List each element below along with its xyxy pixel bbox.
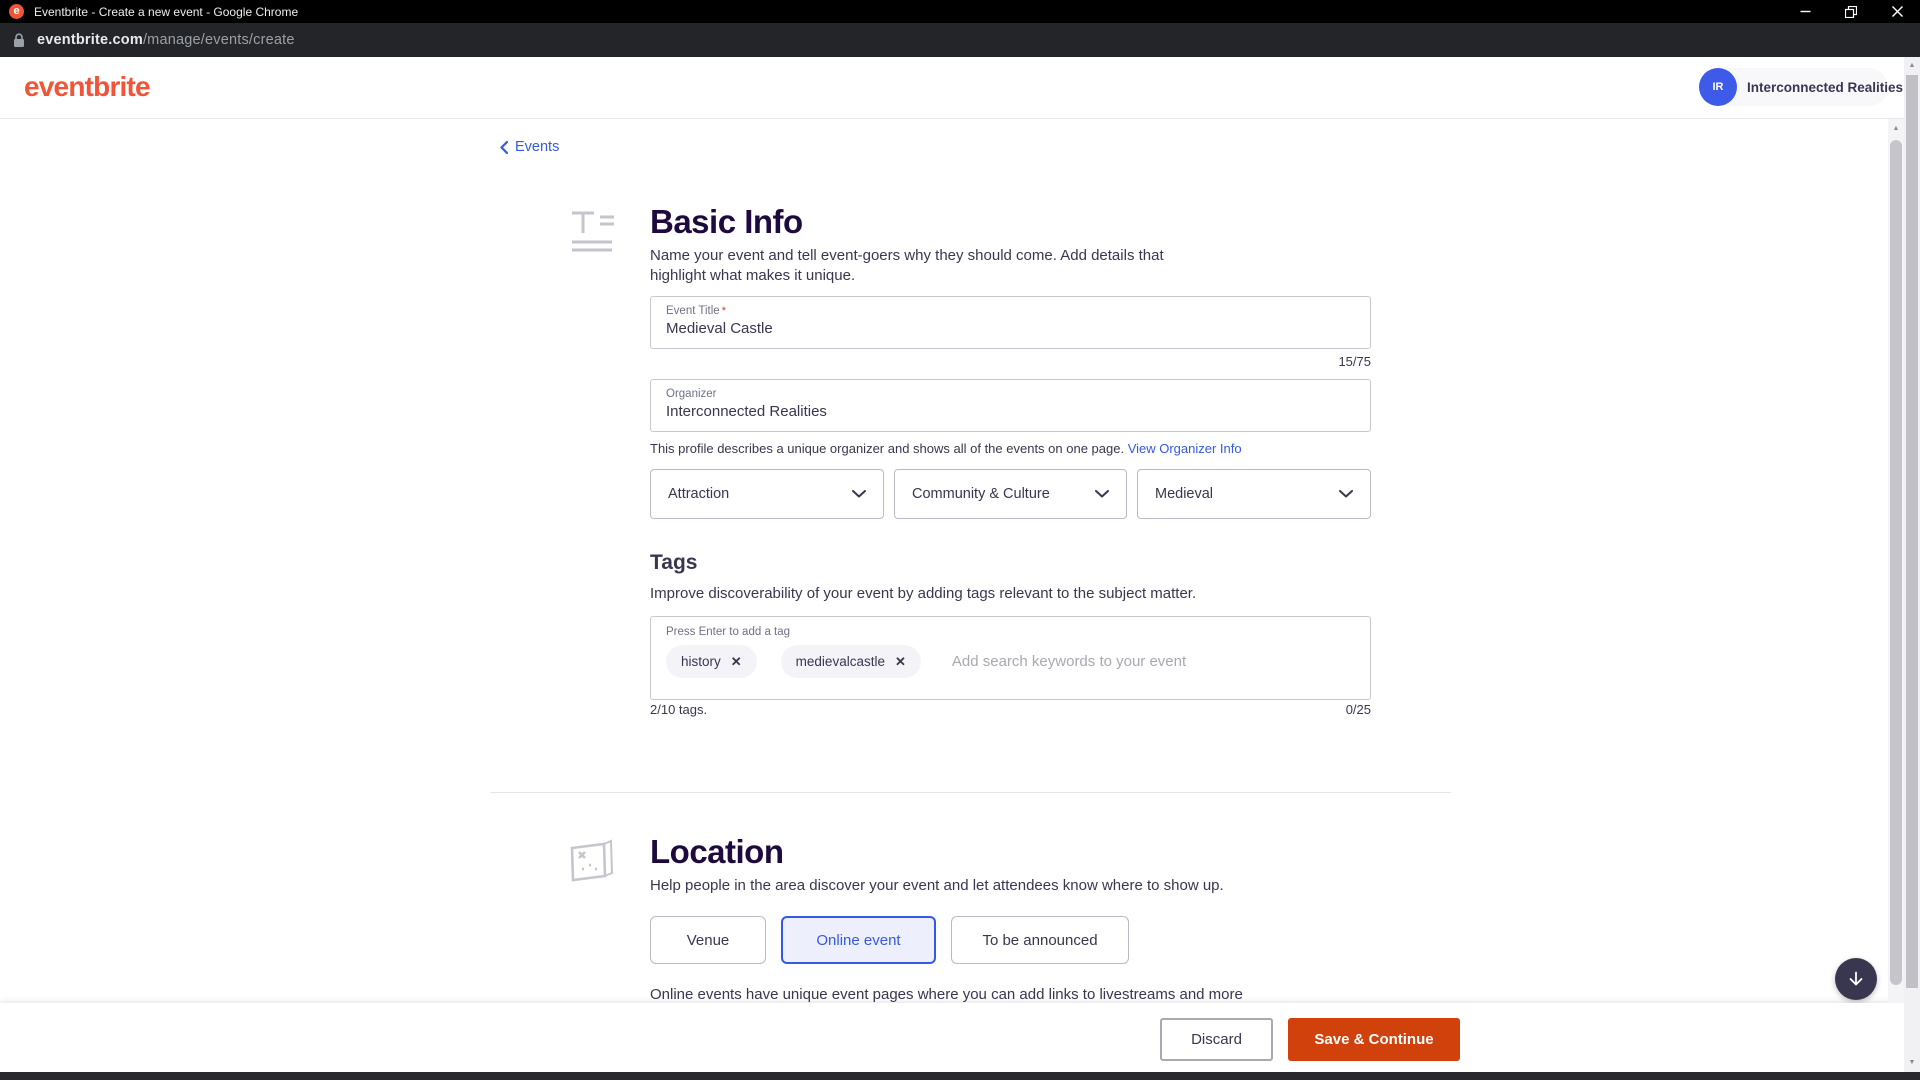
browser-urlbar[interactable]: eventbrite.com/manage/events/create: [0, 23, 1920, 57]
tag-pill: history ✕: [666, 645, 757, 678]
scroll-up-icon[interactable]: ▲: [1904, 62, 1920, 69]
tags-input-label: Press Enter to add a tag: [666, 626, 1355, 638]
discard-button[interactable]: Discard: [1160, 1018, 1273, 1061]
text-section-icon: [568, 208, 616, 259]
arrow-down-icon: [1847, 970, 1865, 988]
window-title: Eventbrite - Create a new event - Google…: [34, 5, 298, 19]
required-asterisk: *: [722, 305, 726, 317]
url-path: /manage/events/create: [143, 32, 295, 48]
save-continue-button[interactable]: Save & Continue: [1288, 1018, 1460, 1061]
online-event-button[interactable]: Online event: [781, 916, 936, 964]
account-menu[interactable]: IR Interconnected Realities: [1699, 68, 1888, 106]
type-dropdown[interactable]: Attraction: [650, 469, 884, 519]
view-organizer-info-link[interactable]: View Organizer Info: [1128, 441, 1242, 456]
scroll-down-icon[interactable]: ▼: [1904, 1059, 1920, 1066]
to-be-announced-button[interactable]: To be announced: [951, 916, 1129, 964]
minimize-icon: [1800, 6, 1811, 17]
subcategory-dropdown[interactable]: Medieval: [1137, 469, 1371, 519]
event-title-value: Medieval Castle: [666, 320, 1355, 337]
browser-scrollbar-thumb[interactable]: [1906, 75, 1918, 988]
venue-button[interactable]: Venue: [650, 916, 766, 964]
avatar: IR: [1699, 68, 1737, 106]
url-domain: eventbrite.com: [37, 32, 143, 48]
page-scrollbar-thumb[interactable]: [1890, 140, 1902, 985]
window-controls: [1782, 0, 1920, 23]
lock-icon: [13, 33, 25, 48]
restore-icon: [1845, 6, 1857, 18]
scroll-up-icon[interactable]: ▲: [1888, 125, 1904, 132]
footer-bar: Discard Save & Continue: [0, 1003, 1904, 1072]
back-link-label: Events: [515, 139, 559, 155]
tag-label: medievalcastle: [796, 654, 885, 669]
tags-heading: Tags: [650, 551, 697, 575]
browser-scrollbar[interactable]: ▲ ▼: [1904, 57, 1920, 1072]
remove-tag-icon[interactable]: ✕: [731, 655, 742, 668]
url-text: eventbrite.com/manage/events/create: [37, 32, 295, 48]
back-to-events-link[interactable]: Events: [500, 139, 559, 155]
tags-count: 2/10 tags.: [650, 702, 707, 717]
type-dropdown-value: Attraction: [668, 486, 729, 502]
chevron-left-icon: [500, 141, 508, 154]
subcategory-dropdown-value: Medieval: [1155, 486, 1213, 502]
event-title-field[interactable]: Event Title* Medieval Castle: [650, 296, 1371, 349]
tags-description: Improve discoverability of your event by…: [650, 584, 1371, 604]
online-event-note: Online events have unique event pages wh…: [650, 985, 1350, 1005]
chevron-down-icon: [1339, 490, 1353, 498]
event-title-label: Event Title*: [666, 305, 1355, 317]
organizer-label: Organizer: [666, 388, 1355, 400]
remove-tag-icon[interactable]: ✕: [895, 655, 906, 668]
tags-pill-row: history ✕ medievalcastle ✕ Add search ke…: [666, 645, 1355, 678]
tags-char-counter: 0/25: [1346, 702, 1371, 717]
tags-counters: 2/10 tags. 0/25: [650, 702, 1371, 717]
chevron-down-icon: [1095, 490, 1109, 498]
category-dropdown[interactable]: Community & Culture: [894, 469, 1127, 519]
tags-input[interactable]: Press Enter to add a tag history ✕ medie…: [650, 616, 1371, 700]
section-divider: [490, 792, 1451, 793]
location-description: Help people in the area discover your ev…: [650, 876, 1270, 896]
map-section-icon: [568, 838, 616, 889]
location-heading: Location: [650, 833, 784, 871]
minimize-button[interactable]: [1782, 0, 1828, 23]
close-icon: [1892, 6, 1903, 17]
browser-titlebar: e Eventbrite - Create a new event - Goog…: [0, 0, 1920, 23]
scroll-down-button[interactable]: [1835, 958, 1877, 1000]
account-name: Interconnected Realities: [1747, 80, 1903, 95]
basic-info-description: Name your event and tell event-goers why…: [650, 246, 1202, 286]
organizer-value: Interconnected Realities: [666, 403, 1355, 420]
app-header: eventbrite IR Interconnected Realities: [0, 57, 1904, 119]
basic-info-heading: Basic Info: [650, 203, 803, 241]
event-title-counter: 15/75: [650, 354, 1371, 369]
category-dropdown-value: Community & Culture: [912, 486, 1050, 502]
tag-label: history: [681, 654, 721, 669]
tag-pill: medievalcastle ✕: [781, 645, 921, 678]
page-scrollbar[interactable]: ▲: [1888, 119, 1904, 1003]
restore-button[interactable]: [1828, 0, 1874, 23]
eventbrite-favicon-icon: e: [9, 4, 24, 19]
screen: e Eventbrite - Create a new event - Goog…: [0, 0, 1920, 1080]
organizer-field[interactable]: Organizer Interconnected Realities: [650, 379, 1371, 432]
chevron-down-icon: [852, 490, 866, 498]
tags-placeholder: Add search keywords to your event: [952, 653, 1186, 670]
organizer-helper: This profile describes a unique organize…: [650, 441, 1242, 456]
taskbar-edge: [0, 1072, 1920, 1080]
eventbrite-logo[interactable]: eventbrite: [24, 71, 150, 103]
close-button[interactable]: [1874, 0, 1920, 23]
